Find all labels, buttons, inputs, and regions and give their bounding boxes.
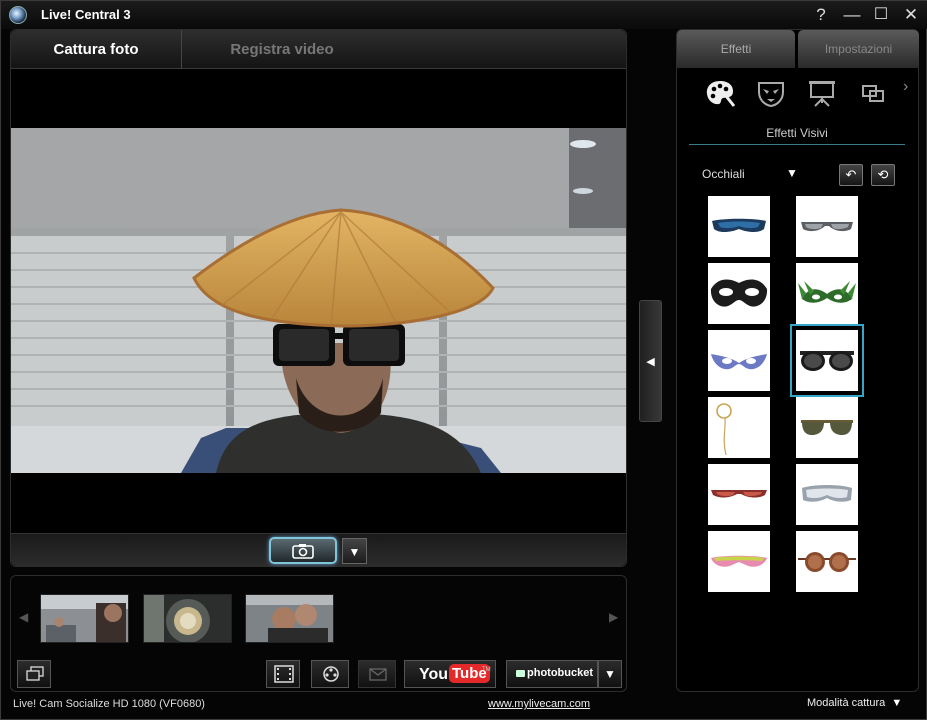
blue-goggles-image [712, 218, 766, 233]
thumbnail-strip: ◀ ▶ You Tube TM photobucket ▼ [10, 575, 627, 692]
category-dropdown-arrow[interactable]: ▼ [786, 166, 798, 180]
red-sunglasses-image [711, 490, 767, 498]
palette-icon[interactable] [704, 78, 736, 108]
app-logo-icon [9, 6, 27, 24]
thumbnail-image [246, 595, 333, 642]
tab-effects[interactable]: Effetti [677, 30, 795, 68]
silver-sunglasses-image [801, 222, 853, 232]
capture-control-bar: ▼ [11, 533, 626, 566]
rainbow-glasses-image [711, 555, 767, 567]
close-button[interactable]: ✕ [899, 4, 923, 26]
photobucket-logo: photobucket [527, 667, 593, 679]
reel-icon [323, 666, 339, 682]
thumbnail-item[interactable] [40, 594, 129, 643]
effect-green-aviators[interactable] [796, 397, 858, 458]
effect-ski-goggles[interactable] [796, 464, 858, 525]
capture-tabs: Cattura foto Registra video [11, 30, 626, 69]
photobucket-upload-button[interactable]: photobucket [506, 660, 598, 688]
camera-preview [11, 128, 626, 473]
effect-monocle[interactable] [708, 397, 770, 458]
app-title: Live! Central 3 [41, 7, 131, 22]
thumbnail-image [41, 595, 128, 642]
capture-photo-button[interactable] [269, 537, 337, 564]
monocle-image [716, 403, 732, 456]
youtube-trademark: TM [482, 667, 491, 673]
title-bar: Live! Central 3 ? — ☐ ✕ [1, 1, 927, 29]
effect-rainbow-glasses[interactable] [708, 531, 770, 592]
black-mask-image [710, 279, 768, 307]
effects-panel: Effetti Impostazioni › Effetti Visivi Oc… [676, 29, 919, 692]
mask-icon[interactable] [755, 78, 787, 108]
youtube-logo-you: You [419, 666, 449, 683]
tab-video-record[interactable]: Registra video [182, 30, 382, 69]
capture-panel: Cattura foto Registra video ▼ [10, 29, 627, 567]
collapse-panel-button[interactable]: ◀ [639, 300, 662, 422]
ski-goggles-image [802, 485, 852, 502]
more-icons-arrow[interactable]: › [903, 78, 908, 96]
webcam-scene-image [11, 128, 626, 473]
capture-mode-selector[interactable]: Modalità cattura ▼ [807, 697, 902, 709]
mylivecam-link[interactable]: www.mylivecam.com [488, 698, 590, 710]
gallery-icon [26, 666, 44, 681]
minimize-button[interactable]: — [840, 4, 864, 26]
effect-round-brown-glasses[interactable] [796, 531, 858, 592]
film-icon [274, 665, 294, 683]
strip-prev-arrow[interactable]: ◀ [19, 610, 28, 624]
effect-blue-feather-mask[interactable] [708, 330, 770, 391]
round-brown-glasses-image [798, 552, 856, 572]
thumbnail-item[interactable] [143, 594, 232, 643]
effect-black-sunglasses[interactable] [790, 324, 864, 397]
capture-options-dropdown[interactable]: ▼ [342, 538, 367, 564]
thumbnail-image [144, 595, 231, 642]
undo-effect-button[interactable]: ↶ [839, 164, 863, 186]
effect-red-sunglasses[interactable] [708, 464, 770, 525]
strip-next-arrow[interactable]: ▶ [609, 610, 618, 624]
green-feather-mask-image [798, 281, 856, 303]
effect-green-feather-mask[interactable] [796, 263, 858, 324]
photobucket-icon [516, 670, 525, 677]
capture-mode-label: Modalità cattura [807, 697, 886, 709]
app-window: Live! Central 3 ? — ☐ ✕ Cattura foto Reg… [0, 0, 927, 720]
open-gallery-button[interactable] [17, 660, 51, 688]
chevron-down-icon: ▼ [891, 697, 903, 709]
mail-icon [369, 668, 387, 681]
reset-effects-button[interactable]: ⟲ [871, 164, 895, 186]
effect-black-mask[interactable] [708, 263, 770, 324]
category-select-label[interactable]: Occhiali [702, 167, 745, 181]
device-name-status: Live! Cam Socialize HD 1080 (VF0680) [13, 698, 205, 710]
effect-silver-sunglasses[interactable] [796, 196, 858, 257]
reel-button[interactable] [311, 660, 349, 688]
visual-effects-title: Effetti Visivi [689, 126, 905, 145]
tab-settings[interactable]: Impostazioni [798, 30, 919, 68]
help-button[interactable]: ? [809, 4, 833, 26]
camera-icon [292, 544, 314, 559]
black-sunglasses-image [800, 351, 854, 371]
tab-photo-capture[interactable]: Cattura foto [11, 30, 182, 69]
film-button[interactable] [266, 660, 300, 688]
thumbnail-item[interactable] [245, 594, 334, 643]
maximize-button[interactable]: ☐ [869, 4, 893, 26]
overlay-icon[interactable] [857, 78, 889, 108]
green-aviators-image [801, 420, 853, 435]
email-button[interactable] [358, 660, 396, 688]
effect-blue-goggles[interactable] [708, 196, 770, 257]
youtube-upload-button[interactable]: You Tube TM [404, 660, 496, 688]
blue-feather-mask-image [711, 354, 767, 370]
share-options-dropdown[interactable]: ▼ [598, 660, 622, 688]
presentation-icon[interactable] [806, 78, 838, 108]
